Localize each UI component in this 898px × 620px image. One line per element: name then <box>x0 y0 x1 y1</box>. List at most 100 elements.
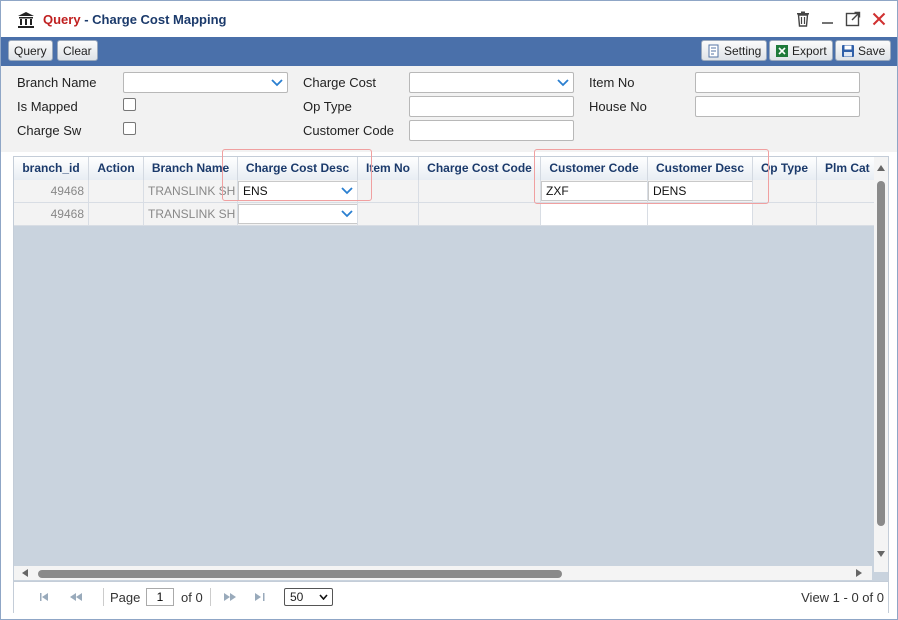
item-no-cell <box>358 180 419 202</box>
customer-code-input[interactable] <box>409 120 574 141</box>
trash-icon[interactable] <box>794 10 812 28</box>
column-header[interactable]: branch_id <box>14 157 89 180</box>
charge-cost-code-cell <box>419 203 541 225</box>
branch-id-cell: 49468 <box>14 203 89 225</box>
minimize-icon[interactable] <box>819 10 837 28</box>
house-no-input[interactable] <box>695 96 860 117</box>
setting-button[interactable]: Setting <box>701 40 768 61</box>
first-page-icon[interactable] <box>40 593 50 601</box>
column-header[interactable]: Action <box>89 157 144 180</box>
save-button[interactable]: Save <box>835 40 892 61</box>
scroll-right-icon[interactable] <box>856 569 862 577</box>
toolbar: Query Clear Setting Export Save <box>1 37 897 66</box>
customer-code-cell[interactable]: ZXF <box>541 180 648 202</box>
branch-id-cell: 49468 <box>14 180 89 202</box>
clear-button[interactable]: Clear <box>57 40 98 61</box>
charge-cost-desc-cell[interactable]: ENS <box>238 180 358 202</box>
house-no-label: House No <box>589 99 647 114</box>
action-cell[interactable] <box>89 180 144 202</box>
vertical-scroll-thumb[interactable] <box>877 181 885 526</box>
plm-cat-cell <box>817 180 874 202</box>
op-type-cell <box>753 203 817 225</box>
setting-icon <box>708 44 719 57</box>
charge-cost-select[interactable] <box>409 72 574 93</box>
charge-sw-checkbox[interactable] <box>123 122 136 135</box>
customer-desc-field[interactable]: DENS <box>648 181 752 201</box>
page-size-select[interactable]: 50 <box>284 588 333 606</box>
title-bar: Query - Charge Cost Mapping <box>1 1 897 37</box>
customer-desc-cell[interactable] <box>648 203 753 225</box>
chevron-down-icon <box>267 73 287 92</box>
action-cell[interactable] <box>89 203 144 225</box>
clear-button-label: Clear <box>63 43 92 58</box>
customer-code-field[interactable]: ZXF <box>541 181 647 201</box>
export-button[interactable]: Export <box>769 40 833 61</box>
chevron-down-icon <box>319 594 328 600</box>
column-header[interactable]: Item No <box>358 157 419 180</box>
grid-header: branch_id Action Branch Name Charge Cost… <box>14 157 874 181</box>
charge-cost-desc-cell[interactable] <box>238 203 358 225</box>
pager-divider <box>210 588 211 606</box>
setting-button-label: Setting <box>724 43 762 58</box>
query-window: Query - Charge Cost Mapping Query Clear <box>0 0 898 620</box>
is-mapped-checkbox[interactable] <box>123 98 136 111</box>
maximize-icon[interactable] <box>844 10 862 28</box>
table-row[interactable]: 49468 TRANSLINK SH ENS ZXF DENS <box>14 180 874 203</box>
query-button-label: Query <box>14 43 47 58</box>
customer-code-label: Customer Code <box>303 123 395 138</box>
item-no-label: Item No <box>589 75 635 90</box>
branch-name-select[interactable] <box>123 72 288 93</box>
op-type-label: Op Type <box>303 99 352 114</box>
charge-cost-code-cell <box>419 180 541 202</box>
title-prefix: Query <box>43 12 81 27</box>
chevron-down-icon <box>341 182 353 200</box>
plm-cat-cell <box>817 203 874 225</box>
column-header[interactable]: Charge Cost Code <box>419 157 541 180</box>
title-name: Charge Cost Mapping <box>92 12 227 27</box>
column-header[interactable]: Plm Cat <box>817 157 874 180</box>
branch-name-label: Branch Name <box>17 75 97 90</box>
item-no-cell <box>358 203 419 225</box>
window-title: Query - Charge Cost Mapping <box>43 12 226 27</box>
page-size-value: 50 <box>290 590 304 604</box>
charge-sw-label: Charge Sw <box>17 123 82 138</box>
query-button[interactable]: Query <box>8 40 53 61</box>
op-type-input[interactable] <box>409 96 574 117</box>
title-separator: - <box>80 12 93 27</box>
next-page-icon[interactable] <box>224 593 236 601</box>
scroll-down-icon[interactable] <box>877 551 885 557</box>
scroll-left-icon[interactable] <box>22 569 28 577</box>
chevron-down-icon <box>553 73 573 92</box>
save-button-label: Save <box>858 43 886 58</box>
column-header[interactable]: Customer Code <box>541 157 648 180</box>
column-header[interactable]: Branch Name <box>144 157 238 180</box>
filter-panel: Branch Name Is Mapped Charge Sw Charge C… <box>1 66 897 152</box>
column-header[interactable]: Customer Desc <box>648 157 753 180</box>
page-label: Page <box>110 590 141 605</box>
charge-cost-desc-value: ENS <box>243 184 268 198</box>
horizontal-scrollbar[interactable] <box>14 566 872 580</box>
results-grid: branch_id Action Branch Name Charge Cost… <box>13 149 889 613</box>
charge-cost-desc-select[interactable]: ENS <box>238 181 357 201</box>
item-no-input[interactable] <box>695 72 860 93</box>
save-icon <box>842 44 854 57</box>
horizontal-scroll-thumb[interactable] <box>38 570 562 578</box>
pager-divider <box>103 588 104 606</box>
customer-code-cell[interactable] <box>541 203 648 225</box>
charge-cost-desc-select[interactable] <box>238 204 357 224</box>
column-header[interactable]: Charge Cost Desc <box>238 157 358 180</box>
charge-cost-label: Charge Cost <box>303 75 376 90</box>
last-page-icon[interactable] <box>255 593 265 601</box>
prev-page-icon[interactable] <box>70 593 82 601</box>
vertical-scrollbar[interactable] <box>874 157 888 572</box>
is-mapped-label: Is Mapped <box>17 99 78 114</box>
bank-icon <box>18 12 34 28</box>
branch-name-cell: TRANSLINK SH <box>144 180 238 202</box>
column-header[interactable]: Op Type <box>753 157 817 180</box>
table-row[interactable]: 49468 TRANSLINK SH <box>14 203 874 226</box>
pager: Page of 0 50 View 1 - 0 of 0 <box>14 581 888 613</box>
scroll-up-icon[interactable] <box>877 165 885 171</box>
customer-desc-cell[interactable]: DENS <box>648 180 753 202</box>
close-icon[interactable] <box>870 10 888 28</box>
page-number-input[interactable] <box>146 588 174 606</box>
